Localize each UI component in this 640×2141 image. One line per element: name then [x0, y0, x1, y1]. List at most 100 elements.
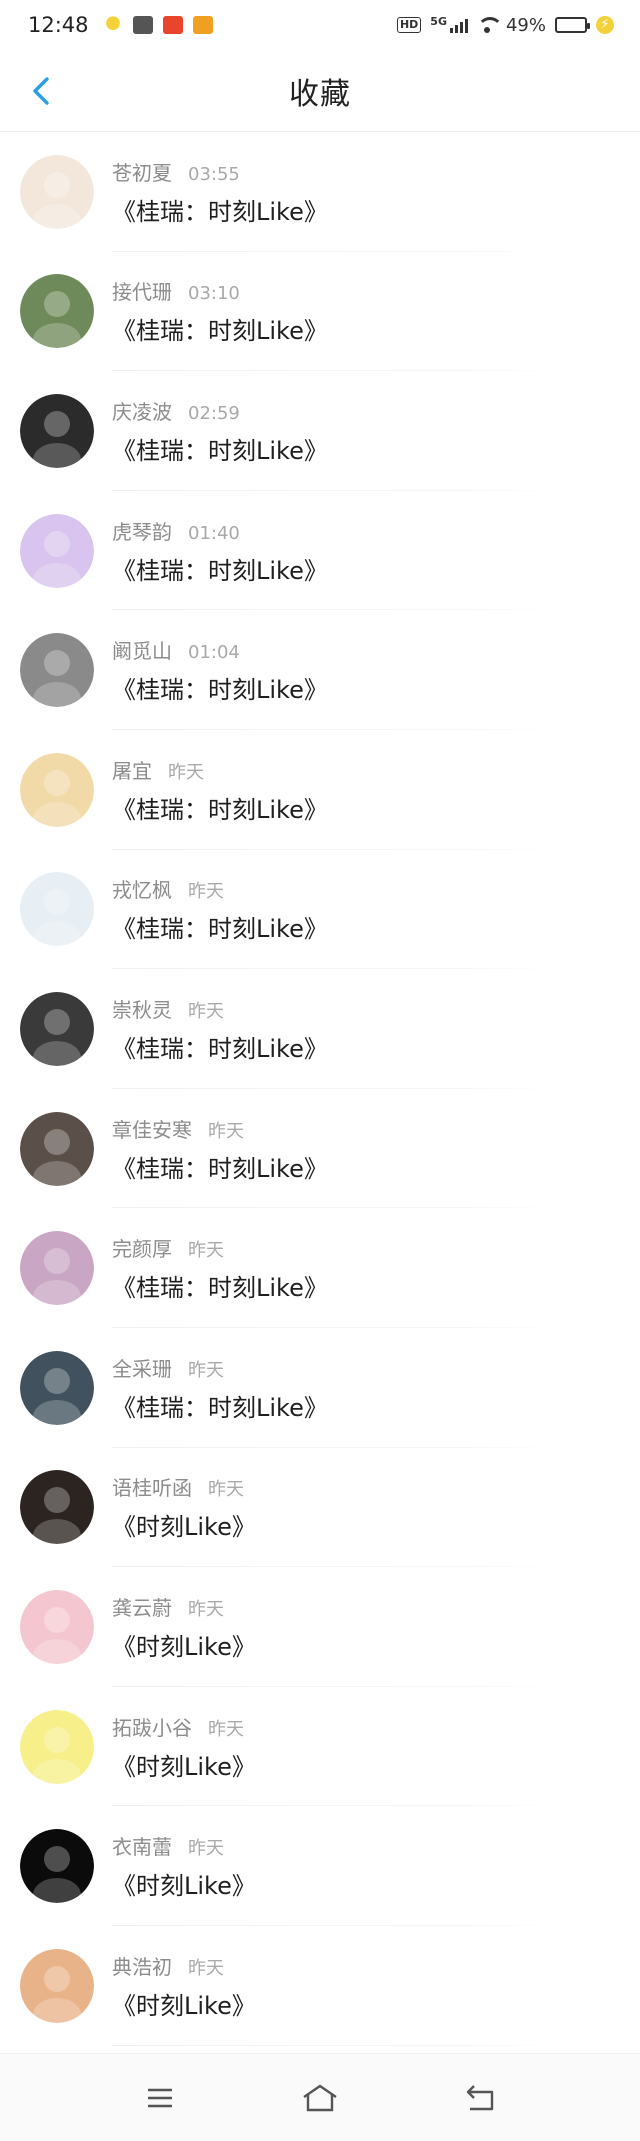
- avatar[interactable]: [20, 633, 94, 708]
- item-meta: 苍初夏 03:55: [112, 157, 328, 186]
- favorite-title[interactable]: 《桂瑞：时刻Like》: [112, 551, 328, 586]
- favorite-title[interactable]: 《桂瑞：时刻Like》: [112, 431, 328, 466]
- home-button[interactable]: [290, 2073, 350, 2123]
- status-right: HD 5G 49% ⚡: [396, 15, 614, 36]
- return-button[interactable]: [450, 2073, 510, 2123]
- favorite-title[interactable]: 《时刻Like》: [112, 1747, 256, 1782]
- favorite-title[interactable]: 《桂瑞：时刻Like》: [112, 311, 328, 346]
- item-text: 庆凌波 02:59 《桂瑞：时刻Like》: [112, 396, 328, 466]
- favorite-title[interactable]: 《桂瑞：时刻Like》: [112, 670, 328, 705]
- item-meta: 衣南蕾 昨天: [112, 1831, 256, 1860]
- list-item[interactable]: 接代珊 03:10 《桂瑞：时刻Like》: [0, 252, 640, 372]
- user-name[interactable]: 接代珊: [112, 276, 172, 305]
- user-name[interactable]: 典浩初: [112, 1951, 172, 1980]
- timestamp: 03:10: [188, 283, 240, 305]
- list-item[interactable]: 龚云蔚 昨天《时刻Like》: [0, 1567, 640, 1687]
- item-text: 屠宜 昨天《桂瑞：时刻Like》: [112, 755, 328, 825]
- list-item[interactable]: 拓跋小谷 昨天《时刻Like》: [0, 1687, 640, 1807]
- avatar[interactable]: [20, 1948, 94, 2023]
- item-meta: 龚云蔚 昨天: [112, 1592, 256, 1621]
- user-name[interactable]: 衣南蕾: [112, 1831, 172, 1860]
- favorite-title[interactable]: 《时刻Like》: [112, 1866, 256, 1901]
- favorite-title[interactable]: 《桂瑞：时刻Like》: [112, 1268, 328, 1303]
- favorite-title[interactable]: 《桂瑞：时刻Like》: [112, 192, 328, 227]
- list-item[interactable]: 虎琴韵 01:40 《桂瑞：时刻Like》: [0, 491, 640, 611]
- avatar[interactable]: [20, 1829, 94, 1904]
- item-text: 语桂听函 昨天《时刻Like》: [112, 1472, 256, 1542]
- item-meta: 全采珊 昨天: [112, 1353, 328, 1382]
- user-name[interactable]: 屠宜: [112, 755, 152, 784]
- menu-button[interactable]: [130, 2073, 190, 2123]
- list-item[interactable]: 衣南蕾 昨天《时刻Like》: [0, 1806, 640, 1926]
- favorites-list: 苍初夏 03:55 《桂瑞：时刻Like》 接代珊 03:10 《桂瑞：时刻Like》 庆凌…: [0, 132, 640, 2046]
- list-item[interactable]: 庆凌波 02:59 《桂瑞：时刻Like》: [0, 371, 640, 491]
- favorite-title[interactable]: 《时刻Like》: [112, 1986, 256, 2021]
- user-name[interactable]: 虎琴韵: [112, 516, 172, 545]
- avatar[interactable]: [20, 513, 94, 588]
- favorite-title[interactable]: 《桂瑞：时刻Like》: [112, 1149, 328, 1184]
- avatar-image: [20, 1829, 94, 1904]
- favorite-title[interactable]: 《时刻Like》: [112, 1627, 256, 1662]
- timestamp: 昨天: [188, 1000, 224, 1022]
- favorite-title[interactable]: 《桂瑞：时刻Like》: [112, 790, 328, 825]
- avatar[interactable]: [20, 274, 94, 349]
- timestamp: 昨天: [208, 1479, 244, 1501]
- avatar-image: [20, 1589, 94, 1664]
- list-item[interactable]: 典浩初 昨天 《时刻Like》: [0, 1926, 640, 2046]
- avatar-image: [20, 274, 94, 349]
- favorite-title[interactable]: 《桂瑞：时刻Like》: [112, 1388, 328, 1423]
- timestamp: 昨天: [168, 761, 204, 783]
- timestamp: 昨天: [208, 1718, 244, 1740]
- user-name[interactable]: 完颜厚: [112, 1233, 172, 1262]
- avatar-image: [20, 154, 94, 229]
- avatar[interactable]: [20, 154, 94, 229]
- avatar[interactable]: [20, 1111, 94, 1186]
- avatar[interactable]: [20, 1470, 94, 1545]
- user-name[interactable]: 阚觅山: [112, 635, 172, 664]
- avatar[interactable]: [20, 1709, 94, 1784]
- avatar-image: [20, 991, 94, 1066]
- list-item[interactable]: 全采珊 昨天《桂瑞：时刻Like》: [0, 1328, 640, 1448]
- item-text: 苍初夏 03:55 《桂瑞：时刻Like》: [112, 157, 328, 227]
- avatar-image: [20, 513, 94, 588]
- item-text: 接代珊 03:10 《桂瑞：时刻Like》: [112, 276, 328, 346]
- back-button[interactable]: [18, 68, 64, 114]
- avatar[interactable]: [20, 1589, 94, 1664]
- user-name[interactable]: 庆凌波: [112, 396, 172, 425]
- list-item[interactable]: 完颜厚 昨天 《桂瑞：时刻Like》: [0, 1208, 640, 1328]
- item-meta: 虎琴韵 01:40: [112, 516, 328, 545]
- list-item[interactable]: 语桂听函 昨天《时刻Like》: [0, 1448, 640, 1568]
- avatar[interactable]: [20, 393, 94, 468]
- list-item[interactable]: 章佳安寒 昨天 《桂瑞：时刻Like》: [0, 1089, 640, 1209]
- user-name[interactable]: 章佳安寒: [112, 1114, 192, 1143]
- user-name[interactable]: 语桂听函: [112, 1472, 192, 1501]
- avatar[interactable]: [20, 752, 94, 827]
- user-name[interactable]: 拓跋小谷: [112, 1712, 192, 1741]
- favorite-title[interactable]: 《桂瑞：时刻Like》: [112, 909, 328, 944]
- avatar-image: [20, 752, 94, 827]
- list-item[interactable]: 阚觅山 01:04 《桂瑞：时刻Like》: [0, 610, 640, 730]
- user-name[interactable]: 龚云蔚: [112, 1592, 172, 1621]
- avatar[interactable]: [20, 1350, 94, 1425]
- avatar[interactable]: [20, 872, 94, 947]
- list-item[interactable]: 屠宜 昨天《桂瑞：时刻Like》: [0, 730, 640, 850]
- menu-icon: [148, 2088, 172, 2107]
- avatar-image: [20, 1709, 94, 1784]
- item-meta: 接代珊 03:10: [112, 276, 328, 305]
- avatar[interactable]: [20, 991, 94, 1066]
- weibo-icon: [192, 16, 213, 34]
- item-text: 虎琴韵 01:40 《桂瑞：时刻Like》: [112, 516, 328, 586]
- item-text: 崇秋灵 昨天《桂瑞：时刻Like》: [112, 994, 328, 1064]
- favorite-title[interactable]: 《桂瑞：时刻Like》: [112, 1029, 328, 1064]
- favorite-title[interactable]: 《时刻Like》: [112, 1507, 256, 1542]
- item-text: 阚觅山 01:04 《桂瑞：时刻Like》: [112, 635, 328, 705]
- user-name[interactable]: 全采珊: [112, 1353, 172, 1382]
- user-name[interactable]: 戎忆枫: [112, 874, 172, 903]
- user-name[interactable]: 崇秋灵: [112, 994, 172, 1023]
- avatar[interactable]: [20, 1231, 94, 1306]
- user-name[interactable]: 苍初夏: [112, 157, 172, 186]
- timestamp: 03:55: [188, 163, 240, 185]
- list-item[interactable]: 苍初夏 03:55 《桂瑞：时刻Like》: [0, 132, 640, 252]
- list-item[interactable]: 崇秋灵 昨天《桂瑞：时刻Like》: [0, 969, 640, 1089]
- list-item[interactable]: 戎忆枫 昨天 《桂瑞：时刻Like》: [0, 850, 640, 970]
